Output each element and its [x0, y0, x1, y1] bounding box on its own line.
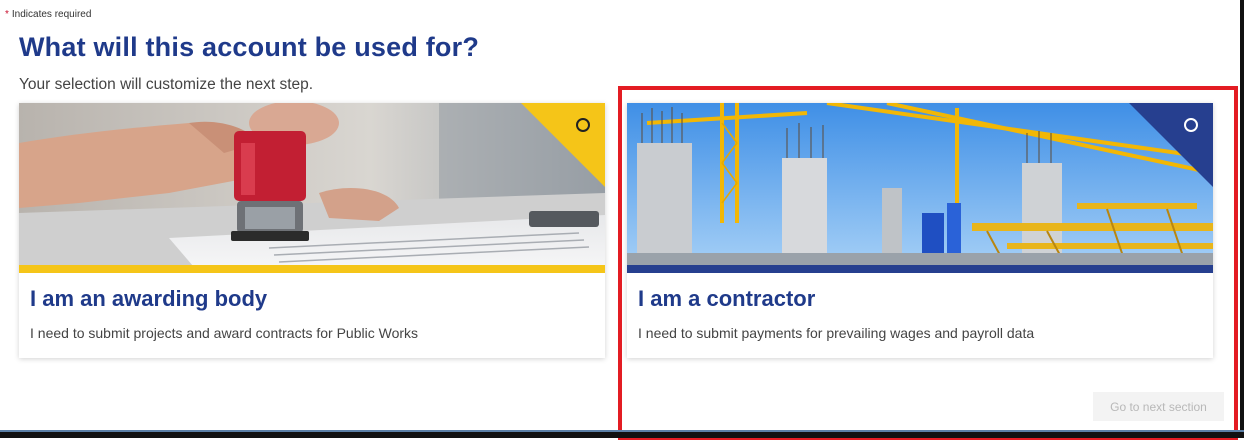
window-edge [1240, 0, 1244, 438]
contractor-radio-icon[interactable] [1184, 118, 1198, 132]
contractor-image [627, 103, 1213, 273]
awarding-body-image [19, 103, 605, 273]
required-marker: * [5, 9, 9, 20]
awarding-body-title: I am an awarding body [30, 286, 268, 311]
go-to-next-section-button[interactable]: Go to next section [1093, 392, 1224, 421]
awarding-body-accent-stripe [19, 265, 605, 273]
contractor-title: I am a contractor [638, 286, 816, 311]
required-note-text: Indicates required [11, 9, 92, 20]
contractor-description: I need to submit payments for prevailing… [638, 325, 1035, 341]
awarding-body-corner-badge [521, 103, 605, 187]
awarding-body-radio-icon[interactable] [576, 118, 590, 132]
option-card-awarding-body[interactable]: I am an awarding body I need to submit p… [19, 103, 605, 358]
page-subtitle: Your selection will customize the next s… [19, 76, 314, 93]
contractor-accent-stripe [627, 265, 1213, 273]
page-title: What will this account be used for? [19, 32, 480, 62]
bottom-bar [0, 430, 1244, 438]
contractor-corner-badge [1129, 103, 1213, 187]
option-card-contractor[interactable]: I am a contractor I need to submit payme… [627, 103, 1213, 358]
awarding-body-description: I need to submit projects and award cont… [30, 325, 419, 341]
required-note: * Indicates required [5, 9, 91, 20]
